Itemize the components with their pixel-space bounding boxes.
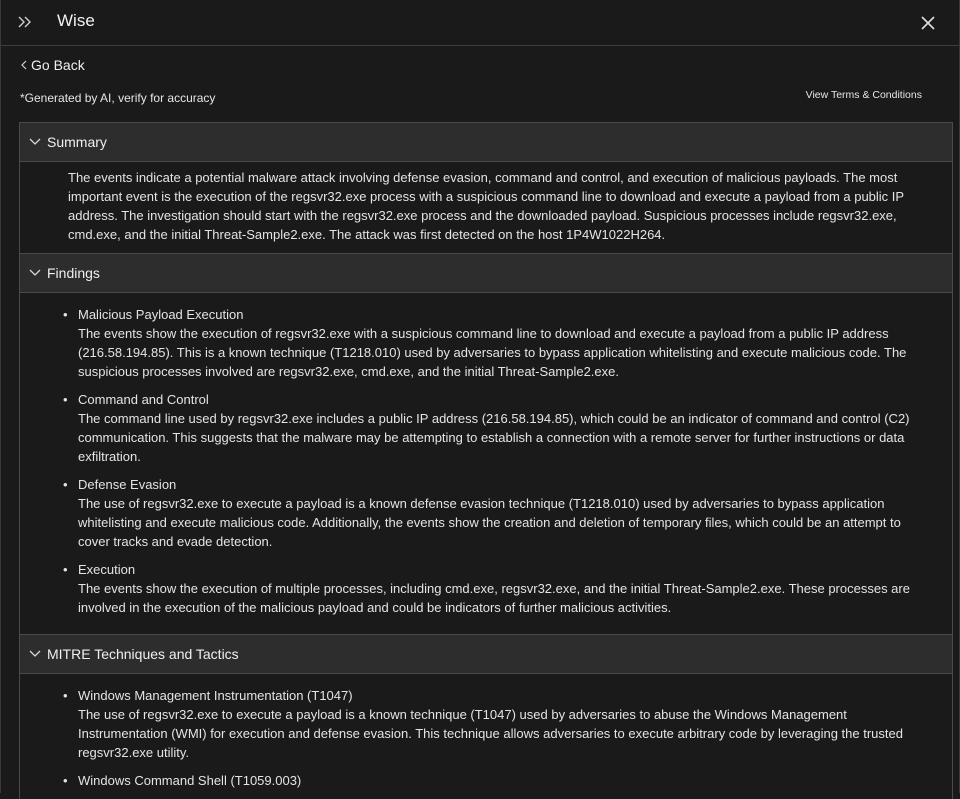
wise-panel: Wise Go Back *Generated by AI, verify fo… — [0, 0, 960, 799]
finding-heading: Malicious Payload Execution — [78, 307, 244, 322]
bullet-icon: • — [63, 307, 68, 322]
double-chevron-right-icon — [18, 16, 31, 28]
mitre-list: • Windows Management Instrumentation (T1… — [60, 686, 912, 790]
mitre-heading: Windows Management Instrumentation (T104… — [78, 688, 353, 703]
chevron-down-icon — [29, 269, 41, 276]
summary-text: The events indicate a potential malware … — [20, 162, 952, 254]
findings-title: Findings — [47, 265, 100, 281]
chevron-left-icon — [21, 60, 27, 70]
bullet-icon: • — [63, 688, 68, 703]
close-icon — [921, 16, 935, 30]
summary-section-header[interactable]: Summary — [20, 123, 952, 162]
bullet-icon: • — [63, 773, 68, 788]
finding-item: • Execution The events show the executio… — [60, 560, 912, 617]
mitre-list-container: • Windows Management Instrumentation (T1… — [20, 674, 952, 790]
finding-item: • Defense Evasion The use of regsvr32.ex… — [60, 475, 912, 551]
chevron-down-icon — [29, 138, 41, 145]
close-button[interactable] — [919, 14, 937, 32]
finding-heading: Command and Control — [78, 392, 209, 407]
ai-disclaimer: *Generated by AI, verify for accuracy — [20, 91, 216, 105]
finding-item: • Command and Control The command line u… — [60, 390, 912, 466]
go-back-link[interactable]: Go Back — [20, 57, 85, 73]
mitre-title: MITRE Techniques and Tactics — [47, 646, 239, 662]
mitre-item: • Windows Management Instrumentation (T1… — [60, 686, 912, 762]
bullet-icon: • — [63, 477, 68, 492]
finding-text: The events show the execution of regsvr3… — [78, 326, 907, 379]
findings-section-header[interactable]: Findings — [20, 254, 952, 293]
finding-heading: Execution — [78, 562, 136, 577]
go-back-label: Go Back — [31, 57, 85, 73]
title-bar: Wise — [1, 0, 959, 46]
finding-text: The events show the execution of multipl… — [78, 581, 910, 615]
finding-heading: Defense Evasion — [78, 477, 177, 492]
panel-title: Wise — [57, 11, 95, 30]
finding-item: • Malicious Payload Execution The events… — [60, 305, 912, 381]
finding-text: The use of regsvr32.exe to execute a pay… — [78, 496, 901, 549]
mitre-section-header[interactable]: MITRE Techniques and Tactics — [20, 635, 952, 674]
expand-panel-button[interactable] — [15, 12, 35, 32]
bullet-icon: • — [63, 562, 68, 577]
chevron-down-icon — [29, 650, 41, 657]
mitre-text: The use of regsvr32.exe to execute a pay… — [78, 707, 903, 760]
report-content: Summary The events indicate a potential … — [19, 122, 953, 799]
view-terms-link[interactable]: View Terms & Conditions — [806, 89, 922, 101]
summary-title: Summary — [47, 134, 107, 150]
findings-list: • Malicious Payload Execution The events… — [60, 305, 912, 617]
findings-list-container: • Malicious Payload Execution The events… — [20, 293, 952, 635]
mitre-heading: Windows Command Shell (T1059.003) — [78, 773, 302, 788]
finding-text: The command line used by regsvr32.exe in… — [78, 411, 910, 464]
mitre-item: • Windows Command Shell (T1059.003) — [60, 771, 912, 790]
bullet-icon: • — [63, 392, 68, 407]
